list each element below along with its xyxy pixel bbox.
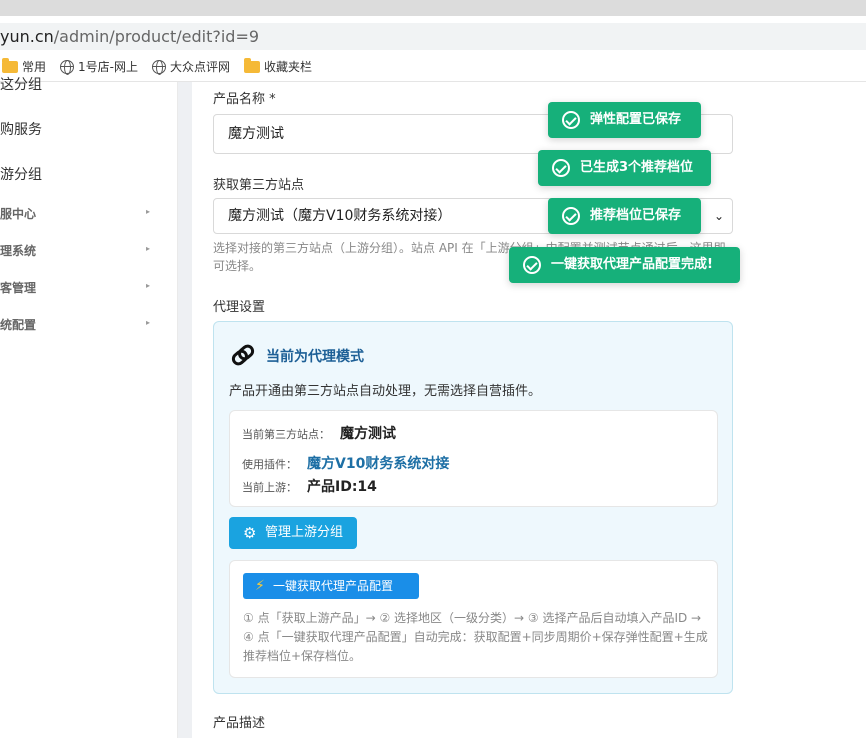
toast-message: 已生成3个推荐档位 [580, 160, 694, 175]
current-site-label: 当前第三方站点： [242, 428, 330, 441]
toast-message: 一键获取代理产品配置完成! [551, 257, 713, 272]
bookmark-label: 收藏夹栏 [264, 60, 313, 74]
sidebar-item-purchase-service[interactable]: 购服务 [0, 119, 42, 139]
toast-fetch-complete: 一键获取代理产品配置完成! [509, 247, 740, 283]
current-site-value: 魔方测试 [340, 426, 396, 442]
link-icon [231, 344, 255, 366]
manage-upstream-group-label: 管理上游分组 [265, 525, 344, 540]
toast-tiers-generated: 已生成3个推荐档位 [538, 150, 711, 186]
manage-upstream-group-button[interactable]: ⚙ 管理上游分组 [229, 517, 357, 549]
chevron-right-icon: ▸ [146, 281, 151, 290]
sidebar-item-system-config[interactable]: 统配置 [0, 316, 36, 333]
browser-tabstrip [0, 0, 866, 16]
agent-info-card: 当前第三方站点： 魔方测试 使用插件： 魔方V10财务系统对接 当前上游： 产品… [229, 410, 718, 507]
toast-elastic-config-saved: 弹性配置已保存 [548, 102, 701, 138]
chevron-right-icon: ▸ [146, 207, 151, 216]
fetch-config-card: ⚡ 一键获取代理产品配置 ① 点「获取上游产品」→ ② 选择地区（一级分类）→ … [229, 560, 718, 678]
bookmark-label: 大众点评网 [170, 60, 231, 74]
third-party-site-value: 魔方测试（魔方V10财务系统对接） [228, 208, 452, 224]
product-description-label: 产品描述 [213, 716, 266, 731]
sidebar-item-upstream-group[interactable]: 游分组 [0, 164, 42, 184]
check-circle-icon [523, 256, 541, 274]
agent-mode-panel: 当前为代理模式 产品开通由第三方站点自动处理，无需选择自营插件。 当前第三方站点… [213, 321, 733, 694]
fetch-steps-help: ① 点「获取上游产品」→ ② 选择地区（一级分类）→ ③ 选择产品后自动填入产品… [243, 611, 708, 663]
toast-tiers-saved: 推荐档位已保存 [548, 198, 701, 234]
lightning-icon: ⚡ [255, 578, 265, 594]
chevron-right-icon: ▸ [146, 318, 151, 327]
main-content: 产品名称 * 魔方测试 获取第三方站点 魔方测试（魔方V10财务系统对接） ⌄ … [192, 82, 866, 738]
check-circle-icon [552, 159, 570, 177]
bookmark-yihaodian[interactable]: 1号店-网上 [60, 58, 138, 76]
plugin-value: 魔方V10财务系统对接 [307, 456, 450, 472]
chevron-right-icon: ▸ [146, 244, 151, 253]
toast-message: 推荐档位已保存 [590, 208, 682, 223]
address-bar[interactable]: yun.cn/admin/product/edit?id=9 [0, 16, 866, 50]
upstream-value: 产品ID:14 [307, 479, 377, 495]
gear-icon: ⚙ [243, 524, 257, 542]
check-circle-icon [562, 207, 580, 225]
plugin-row: 使用插件： 魔方V10财务系统对接 [242, 453, 449, 473]
agent-mode-title: 当前为代理模式 [266, 349, 364, 365]
agent-settings-label: 代理设置 [213, 300, 266, 315]
chevron-down-icon: ⌄ [713, 209, 724, 223]
folder-icon [244, 58, 260, 73]
check-circle-icon [562, 111, 580, 129]
agent-mode-description: 产品开通由第三方站点自动处理，无需选择自营插件。 [229, 384, 542, 399]
folder-icon [2, 58, 18, 73]
bookmark-dianping[interactable]: 大众点评网 [152, 58, 230, 76]
fetch-agent-config-label: 一键获取代理产品配置 [273, 579, 394, 593]
plugin-label: 使用插件： [242, 458, 297, 471]
sidebar-item-group[interactable]: 这分组 [0, 74, 42, 94]
globe-icon [152, 60, 166, 75]
fetch-agent-config-button[interactable]: ⚡ 一键获取代理产品配置 [243, 573, 419, 599]
bookmark-label: 1号店-网上 [78, 60, 138, 74]
url-host: yun.cn [0, 27, 54, 46]
current-site-row: 当前第三方站点： 魔方测试 [242, 423, 396, 443]
toast-message: 弹性配置已保存 [590, 112, 682, 127]
sidebar-item-management-system[interactable]: 理系统 [0, 242, 36, 259]
sidebar: 这分组 购服务 游分组 服中心 ▸ 理系统 ▸ 客管理 ▸ 统配置 ▸ [0, 77, 178, 738]
sidebar-item-customer-management[interactable]: 客管理 [0, 279, 36, 296]
upstream-label: 当前上游： [242, 481, 297, 494]
content-gutter [178, 82, 192, 738]
bookmarks-bar: 常用 1号店-网上 大众点评网 收藏夹栏 [0, 52, 866, 82]
sidebar-item-service-center[interactable]: 服中心 [0, 205, 36, 222]
upstream-row: 当前上游： 产品ID:14 [242, 476, 377, 496]
product-name-label: 产品名称 * [213, 92, 276, 107]
url-text[interactable]: yun.cn/admin/product/edit?id=9 [0, 23, 866, 50]
globe-icon [60, 60, 74, 75]
third-party-site-label: 获取第三方站点 [213, 178, 305, 193]
url-path: /admin/product/edit?id=9 [53, 27, 260, 46]
bookmark-favorites[interactable]: 收藏夹栏 [244, 58, 312, 76]
